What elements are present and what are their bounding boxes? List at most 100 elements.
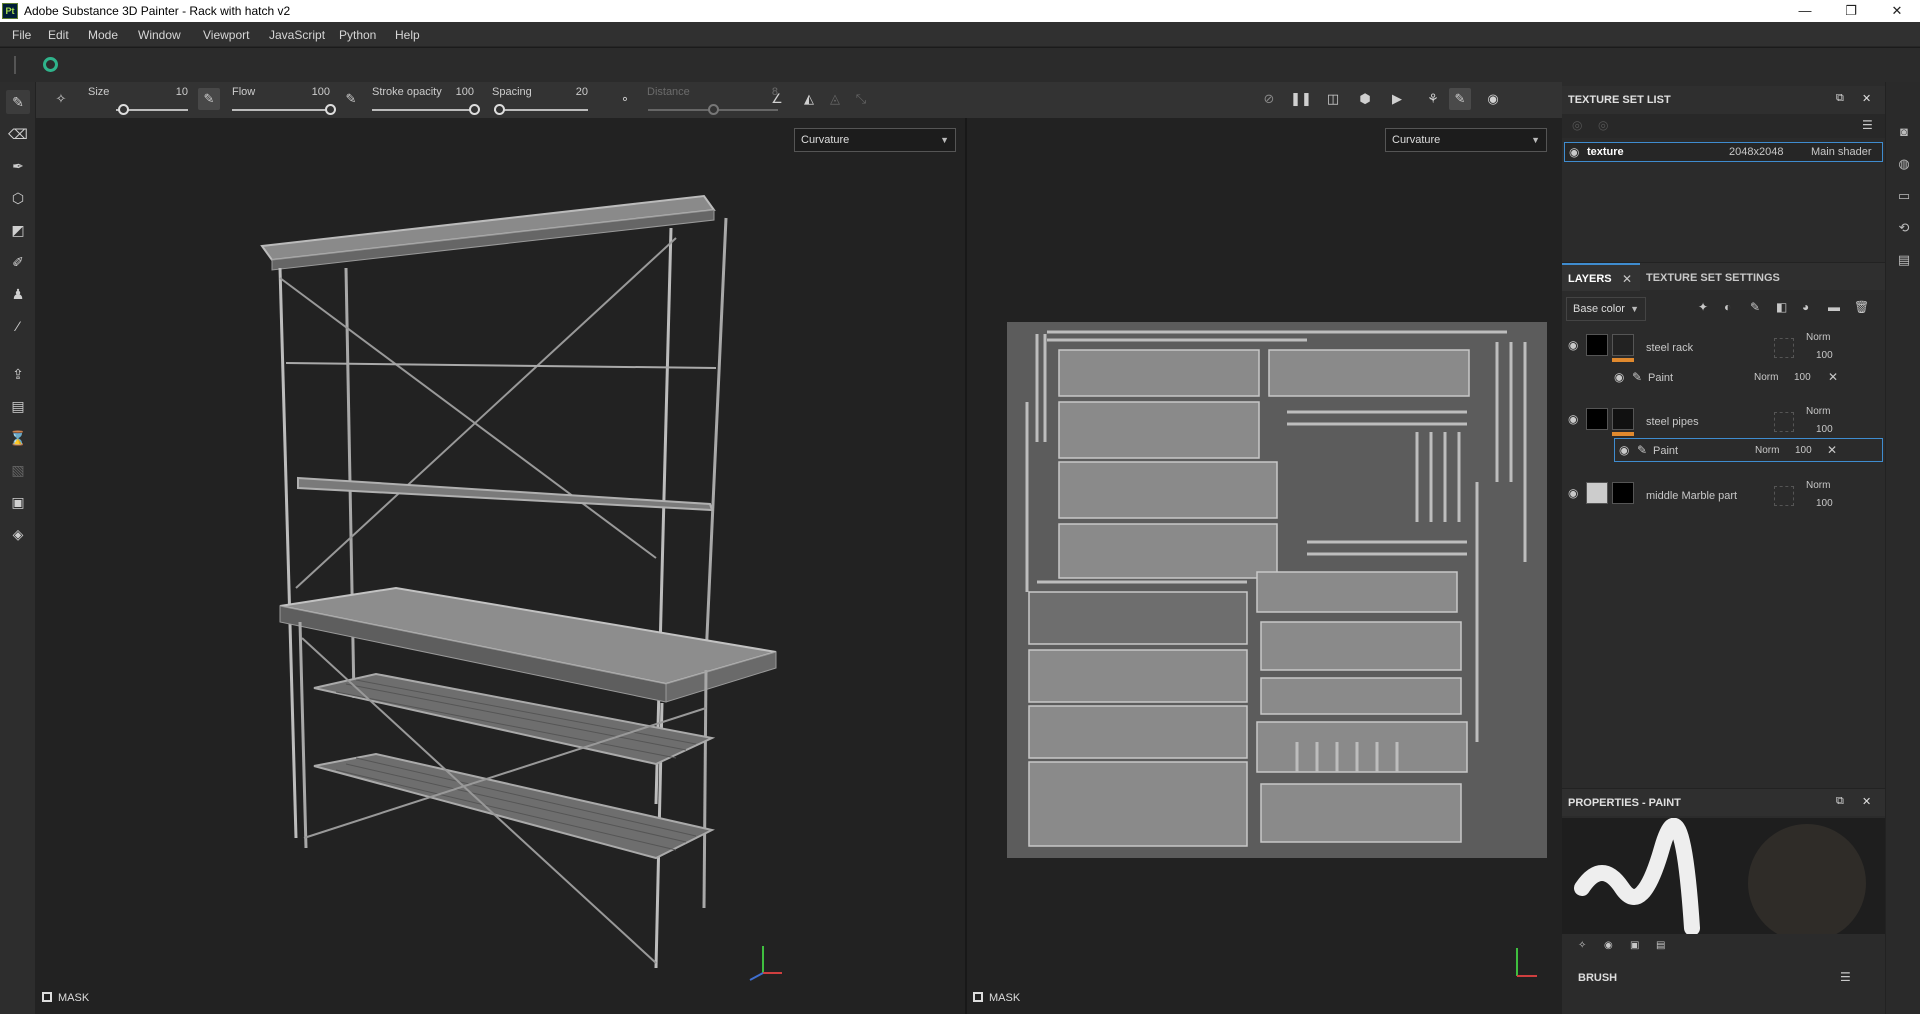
close-button[interactable]: ✕ bbox=[1874, 0, 1920, 22]
polygon-fill-icon[interactable]: ◩ bbox=[6, 218, 30, 242]
alpha-tool-icon[interactable]: ◉ bbox=[1604, 940, 1613, 951]
remove-effect-icon[interactable]: ✕ bbox=[1828, 370, 1838, 384]
mask-thumbnail[interactable] bbox=[1612, 408, 1634, 430]
eye-icon[interactable]: ◉ bbox=[1569, 145, 1579, 159]
blend-mode[interactable]: Norm bbox=[1806, 332, 1830, 343]
layer-middle-marble-part[interactable]: ◉ middle Marble part Norm 100 bbox=[1562, 478, 1885, 518]
spacing-slider[interactable] bbox=[494, 109, 588, 111]
camera-settings-icon[interactable]: ◙ bbox=[1894, 122, 1914, 142]
stroke-opacity-slider-handle[interactable] bbox=[469, 104, 480, 115]
3d-view-icon[interactable]: ⬢ bbox=[1354, 88, 1376, 110]
flow-slider-handle[interactable] bbox=[325, 104, 336, 115]
uv-layout-map[interactable] bbox=[1007, 322, 1547, 858]
layer-steel-pipes[interactable]: ◉ steel pipes Norm 100 ◉ ✎ Paint Norm 10… bbox=[1562, 404, 1885, 478]
menu-help[interactable]: Help bbox=[395, 28, 420, 42]
pressure-size-icon[interactable]: ✎ bbox=[198, 88, 220, 110]
sublayer-paint[interactable]: ◉ ✎ Paint Norm 100 ✕ bbox=[1614, 366, 1883, 390]
screenshot-icon[interactable]: ◉ bbox=[1482, 88, 1504, 110]
mask-checkbox[interactable] bbox=[973, 992, 983, 1002]
menu-file[interactable]: File bbox=[12, 28, 31, 42]
show-icon[interactable]: ◎ bbox=[1598, 118, 1608, 132]
document-icon[interactable]: ▣ bbox=[6, 490, 30, 514]
eye-icon[interactable]: ◉ bbox=[1568, 486, 1578, 500]
size-slider-handle[interactable] bbox=[118, 104, 130, 115]
symmetry-2-icon[interactable]: ⚘ bbox=[1422, 88, 1444, 110]
menu-mode[interactable]: Mode bbox=[88, 28, 118, 42]
transform-icon[interactable]: ⤡ bbox=[850, 88, 872, 110]
geometry-fill-icon[interactable]: ⬡ bbox=[6, 186, 30, 210]
texture-set-shader[interactable]: Main shader bbox=[1811, 146, 1872, 158]
flow-slider[interactable] bbox=[232, 109, 330, 111]
delete-layer-icon[interactable]: 🗑 bbox=[1854, 300, 1869, 314]
lazy-mouse-icon[interactable]: ∘ bbox=[614, 88, 636, 110]
close-panel-icon[interactable]: ✕ bbox=[1862, 92, 1871, 105]
sublayer-paint[interactable]: ◉ ✎ Paint Norm 100 ✕ bbox=[1614, 438, 1883, 462]
add-material-icon[interactable]: ◕ bbox=[1802, 300, 1809, 314]
add-mask-icon[interactable]: ◐ bbox=[1724, 300, 1731, 314]
clone-stamp-icon[interactable]: ♟ bbox=[6, 282, 30, 306]
eye-icon[interactable]: ◉ bbox=[1568, 338, 1578, 352]
paint-mode-icon[interactable]: ✎ bbox=[1449, 88, 1471, 110]
menu-edit[interactable]: Edit bbox=[48, 28, 69, 42]
texture-set-row[interactable]: ◉ texture 2048x2048 Main shader bbox=[1564, 142, 1883, 162]
pressure-flow-icon[interactable]: ✎ bbox=[340, 88, 362, 110]
stencil-tool-icon[interactable]: ▣ bbox=[1630, 940, 1639, 951]
uv-tool-icon[interactable]: ▧ bbox=[6, 458, 30, 482]
stroke-opacity-value[interactable]: 100 bbox=[446, 86, 474, 98]
layer-name[interactable]: steel pipes bbox=[1646, 416, 1699, 428]
sublayer-blend[interactable]: Norm bbox=[1755, 445, 1779, 456]
eye-icon[interactable]: ◉ bbox=[1619, 443, 1629, 457]
blend-mode[interactable]: Norm bbox=[1806, 480, 1830, 491]
restore-button[interactable]: ❐ bbox=[1828, 0, 1874, 22]
tab-layers[interactable]: LAYERS ✕ bbox=[1562, 263, 1640, 291]
layer-name[interactable]: middle Marble part bbox=[1646, 490, 1737, 502]
layer-opacity[interactable]: 100 bbox=[1816, 424, 1833, 435]
sublayer-opacity[interactable]: 100 bbox=[1795, 445, 1812, 456]
brush-preset-icon[interactable]: ✧ bbox=[50, 88, 72, 110]
channel-dropdown[interactable]: Base color ▼ bbox=[1566, 297, 1646, 321]
visibility-off-icon[interactable]: ⊘ bbox=[1258, 88, 1280, 110]
minimize-button[interactable]: — bbox=[1782, 0, 1828, 22]
viewport-2d-mode-dropdown[interactable]: Curvature ▼ bbox=[1385, 128, 1547, 152]
hourglass-icon[interactable]: ⌛ bbox=[6, 426, 30, 450]
brush-tool-icon[interactable]: ✧ bbox=[1578, 940, 1586, 951]
flow-value[interactable]: 100 bbox=[298, 86, 330, 98]
add-fill-layer-icon[interactable]: ◧ bbox=[1776, 300, 1787, 314]
eye-icon[interactable]: ◉ bbox=[1614, 370, 1624, 384]
menu-javascript[interactable]: JavaScript bbox=[269, 28, 325, 42]
float-panel-icon[interactable]: ⧉ bbox=[1836, 795, 1844, 808]
sublayer-opacity[interactable]: 100 bbox=[1794, 372, 1811, 383]
paint-brush-icon[interactable]: ✎ bbox=[6, 90, 30, 114]
symmetry-icon[interactable]: ◭ bbox=[798, 88, 820, 110]
viewport-2d[interactable]: Curvature ▼ MASK bbox=[967, 118, 1562, 1014]
close-tab-icon[interactable]: ✕ bbox=[1622, 272, 1632, 286]
split-view-icon[interactable]: ◫ bbox=[1322, 88, 1344, 110]
layer-name[interactable]: steel rack bbox=[1646, 342, 1693, 354]
projection-icon[interactable]: ✒ bbox=[6, 154, 30, 178]
layer-opacity[interactable]: 100 bbox=[1816, 350, 1833, 361]
close-panel-icon[interactable]: ✕ bbox=[1862, 795, 1871, 808]
angle-icon[interactable]: ∠ bbox=[766, 88, 788, 110]
log-icon[interactable]: ▤ bbox=[1894, 250, 1914, 270]
menu-icon[interactable]: ☰ bbox=[1862, 118, 1873, 132]
mask-thumbnail[interactable] bbox=[1612, 482, 1634, 504]
display-settings-icon[interactable]: ◍ bbox=[1894, 154, 1914, 174]
effects-icon[interactable]: ✦ bbox=[1698, 300, 1708, 314]
color-picker-icon[interactable]: ⁄ bbox=[6, 314, 30, 338]
eye-icon[interactable]: ◉ bbox=[1568, 412, 1578, 426]
distance-slider-handle[interactable] bbox=[708, 104, 719, 115]
sync-status-icon[interactable] bbox=[43, 57, 58, 72]
smudge-icon[interactable]: ✐ bbox=[6, 250, 30, 274]
mask-toggle-3d[interactable]: MASK bbox=[42, 992, 89, 1004]
sublayer-blend[interactable]: Norm bbox=[1754, 372, 1778, 383]
add-paint-layer-icon[interactable]: ✎ bbox=[1750, 300, 1760, 314]
rack-3d-model[interactable] bbox=[36, 118, 965, 1014]
mask-thumbnail[interactable] bbox=[1612, 334, 1634, 356]
camera-icon[interactable]: ▶ bbox=[1386, 88, 1408, 110]
add-folder-icon[interactable]: ▬ bbox=[1828, 300, 1840, 314]
shelf-panel-icon[interactable]: ▭ bbox=[1894, 186, 1914, 206]
spacing-value[interactable]: 20 bbox=[566, 86, 588, 98]
pause-icon[interactable]: ❚❚ bbox=[1290, 88, 1312, 110]
eraser-icon[interactable]: ⌫ bbox=[6, 122, 30, 146]
tab-texture-set-settings[interactable]: TEXTURE SET SETTINGS bbox=[1646, 272, 1780, 284]
